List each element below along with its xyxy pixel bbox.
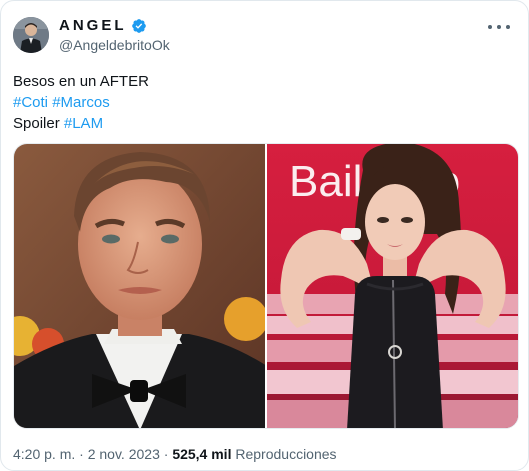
dot [506,25,510,29]
separator: · [163,446,169,462]
photo-man-bow-tie[interactable] [14,144,265,428]
views-count: 525,4 mil [172,446,232,462]
tweet-time[interactable]: 4:20 p. m. [13,446,75,462]
separator: · [79,446,84,462]
tweet-footer: 4:20 p. m. · 2 nov. 2023 · 525,4 mil Rep… [13,446,337,462]
author-name-text[interactable]: ANGEL [59,17,127,34]
views-label: Reproducciones [235,446,337,462]
tweet-text: Besos en un AFTER #Coti #Marcos Spoiler … [13,71,149,134]
avatar[interactable] [13,17,49,53]
tweet-line-2: #Coti #Marcos [13,92,149,113]
hashtag-coti[interactable]: #Coti [13,94,48,111]
more-options-icon[interactable] [488,19,510,35]
photo-woman-bailando-set[interactable]: Bailando 2023 [267,144,518,428]
media-grid: Bailando 2023 [13,143,519,429]
tweet-line-1: Besos en un AFTER [13,73,149,90]
verified-badge-icon [131,18,146,33]
dot [488,25,492,29]
hashtag-marcos[interactable]: #Marcos [52,94,110,111]
tweet-card: ANGEL @AngeldebritoOk Besos en un AFTER … [0,0,529,471]
hashtag-lam[interactable]: #LAM [64,115,103,132]
spoiler-word: Spoiler [13,115,60,132]
author-handle[interactable]: @AngeldebritoOk [59,37,170,53]
tweet-date[interactable]: 2 nov. 2023 [88,446,160,462]
author-name[interactable]: ANGEL [59,17,147,34]
dot [497,25,501,29]
tweet-line-3: Spoiler #LAM [13,113,149,134]
